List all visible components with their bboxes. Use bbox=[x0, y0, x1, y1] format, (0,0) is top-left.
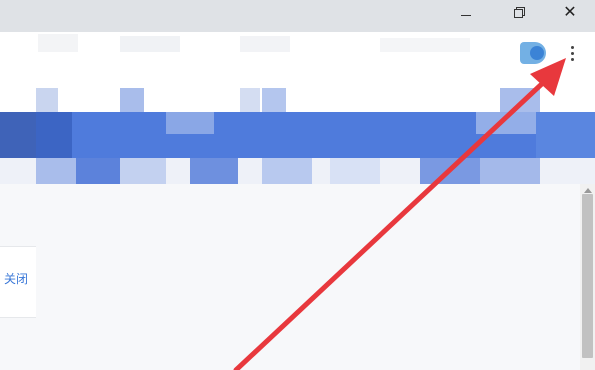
restore-button[interactable] bbox=[503, 0, 535, 24]
restore-icon bbox=[514, 7, 525, 18]
blurred-region bbox=[120, 36, 180, 52]
blurred-region bbox=[36, 112, 72, 158]
blurred-region bbox=[38, 34, 78, 52]
minimize-button[interactable] bbox=[450, 0, 482, 24]
close-icon: ✕ bbox=[563, 2, 577, 21]
more-vertical-icon bbox=[570, 45, 574, 49]
blurred-region bbox=[330, 158, 380, 184]
scrollbar-thumb[interactable] bbox=[582, 194, 593, 358]
minimize-icon bbox=[461, 14, 471, 16]
blurred-region bbox=[36, 158, 76, 184]
scroll-up-icon bbox=[583, 187, 592, 193]
close-window-button[interactable]: ✕ bbox=[554, 0, 586, 24]
blurred-region bbox=[536, 112, 595, 158]
blurred-region bbox=[480, 158, 540, 184]
blurred-region bbox=[120, 158, 166, 184]
blurred-region bbox=[500, 88, 540, 112]
blurred-region bbox=[380, 38, 470, 52]
blurred-region bbox=[36, 88, 58, 112]
page-content-area bbox=[0, 184, 580, 370]
profile-avatar-icon bbox=[530, 46, 544, 60]
blurred-region bbox=[190, 158, 238, 184]
profile-avatar-button[interactable] bbox=[520, 42, 546, 64]
close-link[interactable]: 关闭 bbox=[4, 270, 28, 287]
blurred-region bbox=[120, 88, 144, 112]
blurred-region bbox=[0, 112, 36, 158]
window-title-bar: ✕ bbox=[0, 0, 595, 32]
more-menu-button[interactable] bbox=[563, 42, 581, 64]
blurred-region bbox=[166, 112, 214, 134]
blurred-region bbox=[476, 112, 536, 134]
blurred-region bbox=[262, 88, 286, 112]
blurred-region bbox=[240, 36, 290, 52]
blurred-region bbox=[262, 158, 312, 184]
browser-toolbar bbox=[0, 32, 595, 72]
blurred-region bbox=[240, 88, 260, 112]
blurred-region bbox=[420, 158, 480, 184]
blurred-region bbox=[76, 158, 120, 184]
